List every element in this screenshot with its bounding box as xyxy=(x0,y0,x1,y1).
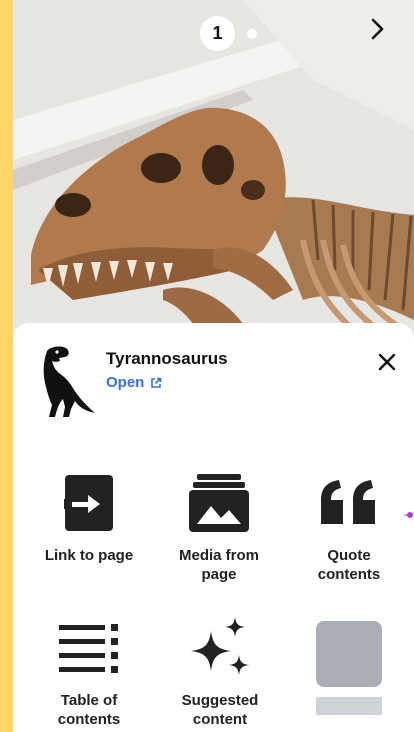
close-button[interactable] xyxy=(372,347,402,377)
media-icon xyxy=(189,474,249,532)
placeholder-tile xyxy=(316,621,382,687)
sparkles-icon xyxy=(191,617,249,675)
action-label: Table of contents xyxy=(57,692,121,728)
chevron-right-icon xyxy=(371,18,384,40)
next-button[interactable] xyxy=(370,17,400,47)
external-link-icon xyxy=(151,377,162,388)
action-label: Suggested content xyxy=(181,692,259,728)
open-link[interactable]: Open xyxy=(106,374,162,391)
page-indicator[interactable]: 1 xyxy=(200,16,235,51)
close-icon xyxy=(378,353,396,371)
action-label: Link to page xyxy=(44,547,134,564)
action-label: Quote contents xyxy=(317,547,381,583)
pager: 1 xyxy=(200,16,257,51)
page-dot[interactable] xyxy=(247,28,257,39)
link-to-page-icon xyxy=(64,475,113,531)
action-suggested-content[interactable]: Suggested content xyxy=(160,613,280,729)
bottom-sheet: Tyrannosaurus Open Link to page Media fr… xyxy=(13,323,414,732)
app-frame: 1 Tyrannosaurus Open Link to page Media … xyxy=(13,0,414,732)
table-of-contents-icon xyxy=(59,624,118,673)
action-quote-contents[interactable]: Quote contents xyxy=(289,468,409,584)
sheet-title: Tyrannosaurus xyxy=(106,349,228,368)
dinosaur-skeleton-photo xyxy=(13,0,414,340)
quote-icon xyxy=(321,480,375,524)
tyrannosaurus-icon xyxy=(43,346,95,417)
action-placeholder[interactable] xyxy=(289,613,409,715)
action-link-to-page[interactable]: Link to page xyxy=(29,468,149,565)
scroll-marker-icon xyxy=(404,512,413,518)
placeholder-label-bar xyxy=(316,697,382,715)
sheet-header: Tyrannosaurus Open xyxy=(13,323,414,423)
hero-image: 1 xyxy=(13,0,414,340)
action-table-of-contents[interactable]: Table of contents xyxy=(29,613,149,729)
open-label: Open xyxy=(106,374,145,391)
action-media-from-page[interactable]: Media from page xyxy=(159,468,279,584)
action-label: Media from page xyxy=(178,547,259,583)
